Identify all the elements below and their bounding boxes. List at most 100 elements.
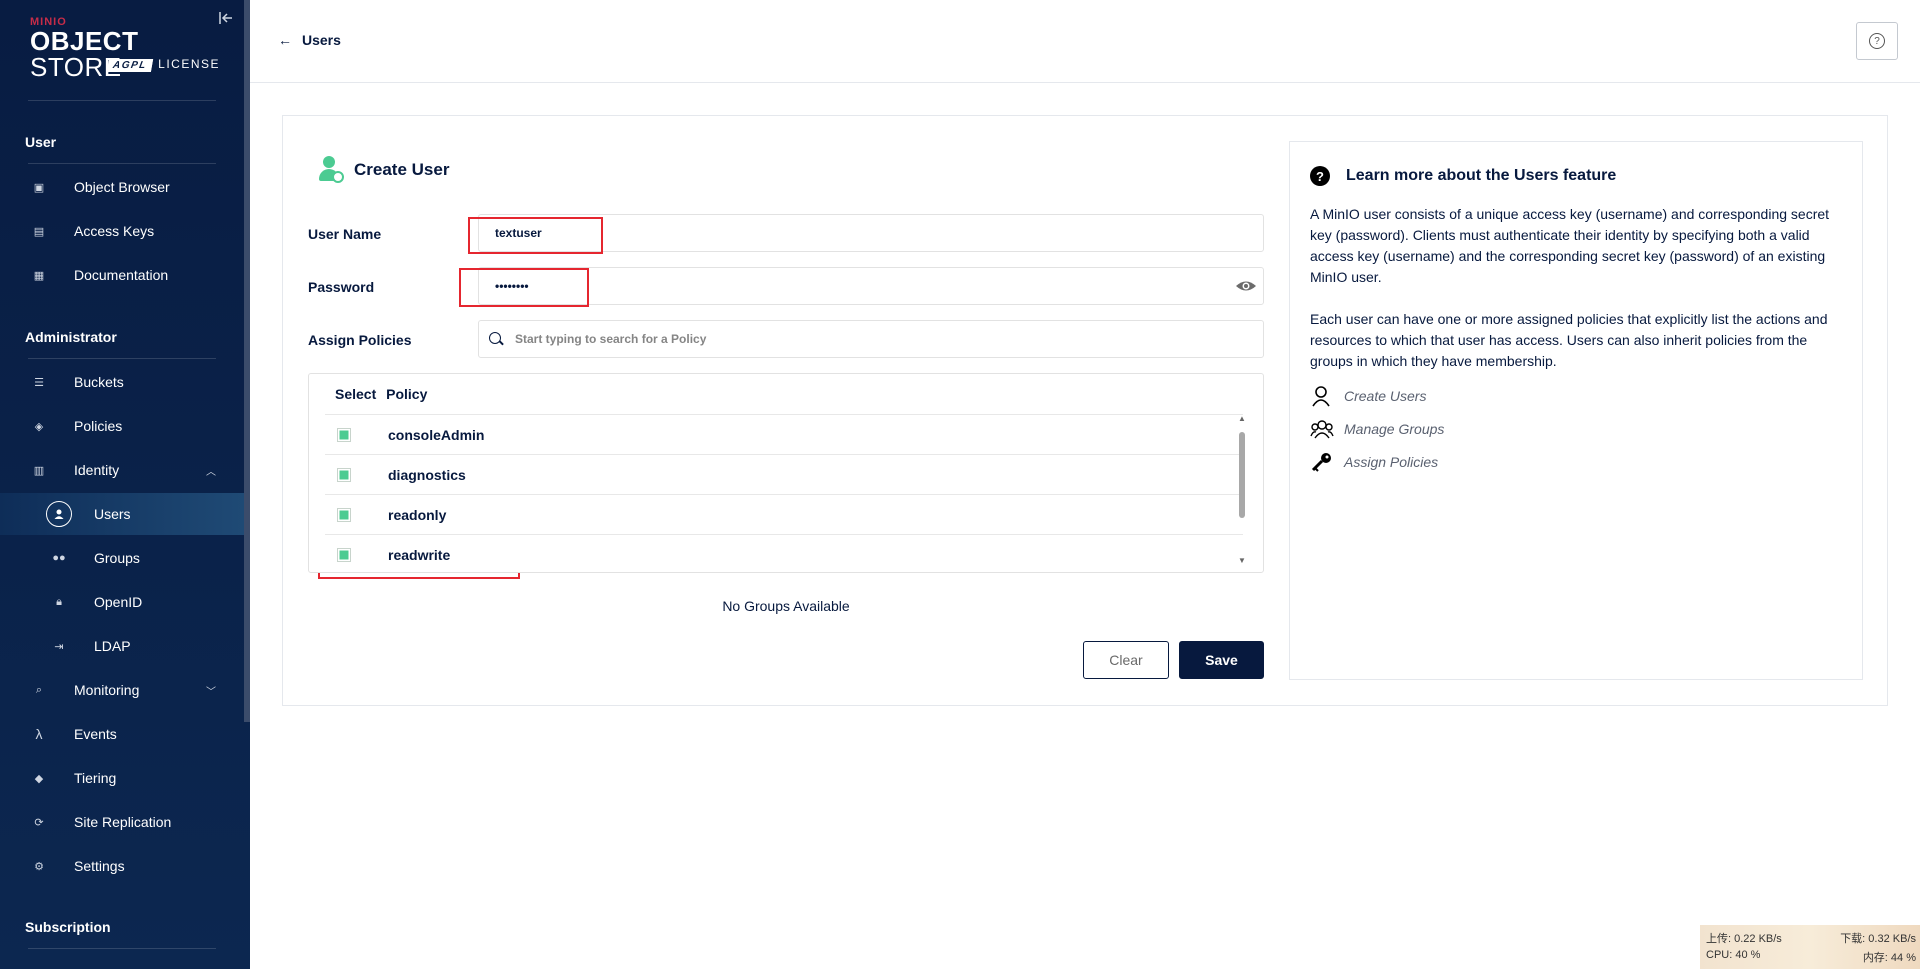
policy-checkbox[interactable] [337, 548, 351, 562]
arrow-left-icon: ← [278, 32, 292, 48]
sidebar-item-settings[interactable]: ⚙ Settings [0, 846, 244, 886]
sidebar-item-label: Settings [74, 858, 125, 874]
question-circle-icon: ? [1310, 166, 1330, 186]
upload-speed: 上传: 0.22 KB/s [1706, 933, 1782, 945]
back-to-users-link[interactable]: ← Users [278, 32, 341, 48]
help-title-text: Learn more about the Users feature [1346, 167, 1617, 184]
sidebar-item-label: Policies [74, 418, 123, 434]
policy-search-input[interactable]: Start typing to search for a Policy [478, 320, 1264, 358]
policy-checkbox[interactable] [337, 508, 351, 522]
save-button[interactable]: Save [1179, 641, 1264, 679]
top-bar: ← Users ? [250, 0, 1920, 83]
assign-policies-label: Assign Policies [308, 332, 412, 348]
column-header-select: Select [335, 386, 377, 402]
replication-icon: ⟳ [34, 816, 44, 829]
cpu-usage: CPU: 40 % [1706, 949, 1761, 961]
sidebar-item-policies[interactable]: ◈ Policies [0, 406, 244, 446]
create-users-label: Create Users [1344, 388, 1427, 404]
policy-table: Select Policy consoleAdmin diagnostics r… [308, 373, 1264, 573]
users-icon [46, 501, 72, 527]
object-browser-icon: ▣ [33, 181, 45, 194]
sidebar-divider [28, 358, 216, 359]
sidebar-item-access-keys[interactable]: ▤ Access Keys [0, 211, 244, 251]
sidebar-item-groups[interactable]: ●● Groups [0, 538, 244, 578]
sidebar-item-label: Identity [74, 462, 120, 478]
help-title: ? Learn more about the Users feature [1310, 166, 1616, 186]
password-input[interactable]: •••••••• [478, 267, 1264, 305]
buckets-icon: ☰ [34, 376, 44, 389]
sidebar-item-site-replication[interactable]: ⟳ Site Replication [0, 802, 244, 842]
policy-name: consoleAdmin [388, 426, 485, 443]
sidebar-item-label: OpenID [94, 594, 143, 610]
collapse-sidebar-icon[interactable] [218, 10, 238, 30]
sidebar-item-object-browser[interactable]: ▣ Object Browser [0, 167, 244, 207]
policy-row[interactable]: readonly [325, 494, 1243, 534]
help-paragraph: A MinIO user consists of a unique access… [1310, 206, 1830, 285]
logo-license: AGPL LICENSE [107, 57, 220, 72]
assign-policies-link[interactable]: Assign Policies [1310, 451, 1438, 473]
sidebar-item-events[interactable]: λ Events [0, 714, 244, 754]
sidebar-item-label: LDAP [94, 638, 131, 654]
no-groups-message: No Groups Available [722, 598, 850, 614]
sidebar-scrollbar[interactable] [244, 0, 250, 722]
sidebar-item-tiering[interactable]: ◆ Tiering [0, 758, 244, 798]
policy-name: readwrite [388, 546, 451, 563]
scroll-down-icon[interactable]: ▼ [1238, 556, 1246, 565]
policy-search-placeholder: Start typing to search for a Policy [515, 332, 707, 346]
tiering-icon: ◆ [34, 772, 44, 785]
policy-row[interactable]: consoleAdmin [325, 414, 1243, 454]
manage-groups-label: Manage Groups [1344, 421, 1445, 437]
show-password-icon[interactable] [1235, 277, 1257, 295]
manage-groups-link[interactable]: Manage Groups [1310, 418, 1444, 440]
sidebar-item-ldap[interactable]: ⇥ LDAP [0, 626, 244, 666]
login-icon: ⇥ [54, 640, 64, 653]
form-title: Create User [318, 156, 449, 184]
license-text: LICENSE [158, 57, 220, 71]
key-icon [1310, 451, 1332, 473]
scrollbar-thumb[interactable] [1239, 432, 1245, 518]
sidebar-item-openid[interactable]: 🔒︎ OpenID [0, 582, 244, 622]
sidebar-item-label: Monitoring [74, 682, 140, 698]
policy-checkbox[interactable] [337, 428, 351, 442]
download-speed: 下载: 0.32 KB/s [1840, 933, 1916, 945]
network-monitor-widget: 上传: 0.22 KB/s 下载: 0.32 KB/s CPU: 40 % 内存… [1700, 925, 1920, 969]
sidebar-item-users[interactable]: Users [0, 493, 244, 535]
help-panel: ? Learn more about the Users feature A M… [1289, 141, 1863, 680]
documentation-icon: ▦ [33, 269, 45, 282]
chevron-down-icon: ﹀ [206, 686, 216, 698]
sidebar-item-label: Events [74, 726, 117, 742]
annotation-highlight-username [468, 217, 603, 254]
logo-title: OBJECT STORE [30, 28, 220, 80]
policy-name: diagnostics [388, 466, 466, 483]
policy-row[interactable]: readwrite [325, 534, 1243, 574]
sidebar-divider [28, 948, 216, 949]
policies-icon: ◈ [34, 420, 44, 433]
sidebar-item-label: Object Browser [74, 179, 170, 195]
back-link-label: Users [302, 32, 341, 48]
access-keys-icon: ▤ [33, 225, 45, 238]
clear-button[interactable]: Clear [1083, 641, 1169, 679]
minio-logo[interactable]: MINIO OBJECT STORE AGPL LICENSE [30, 16, 220, 80]
section-title-subscription: Subscription [25, 919, 111, 935]
chevron-up-icon: ︿ [206, 466, 216, 478]
policy-checkbox[interactable] [337, 468, 351, 482]
sidebar-item-monitoring[interactable]: ⌕ Monitoring ﹀ [0, 670, 244, 710]
agpl-badge: AGPL [107, 59, 154, 72]
section-title-user: User [25, 134, 57, 150]
assign-policies-link-label: Assign Policies [1344, 454, 1439, 470]
sidebar-item-label: Buckets [74, 374, 124, 390]
sidebar-item-identity[interactable]: ▥ Identity ︿ [0, 450, 244, 490]
create-users-link[interactable]: Create Users [1310, 385, 1426, 407]
lock-icon: 🔒︎ [56, 595, 62, 608]
sidebar-item-buckets[interactable]: ☰ Buckets [0, 362, 244, 402]
lambda-icon: λ [35, 726, 43, 742]
groups-icon: ●● [52, 552, 66, 564]
policy-table-scrollbar[interactable]: ▲ ▼ [1237, 414, 1247, 565]
help-button[interactable]: ? [1856, 22, 1898, 60]
policy-row[interactable]: diagnostics [325, 454, 1243, 494]
sidebar-item-documentation[interactable]: ▦ Documentation [0, 255, 244, 295]
group-outline-icon [1310, 418, 1334, 440]
policy-table-header: Select Policy [335, 386, 433, 402]
scroll-up-icon[interactable]: ▲ [1238, 414, 1246, 423]
sidebar-item-label: Tiering [74, 770, 117, 786]
